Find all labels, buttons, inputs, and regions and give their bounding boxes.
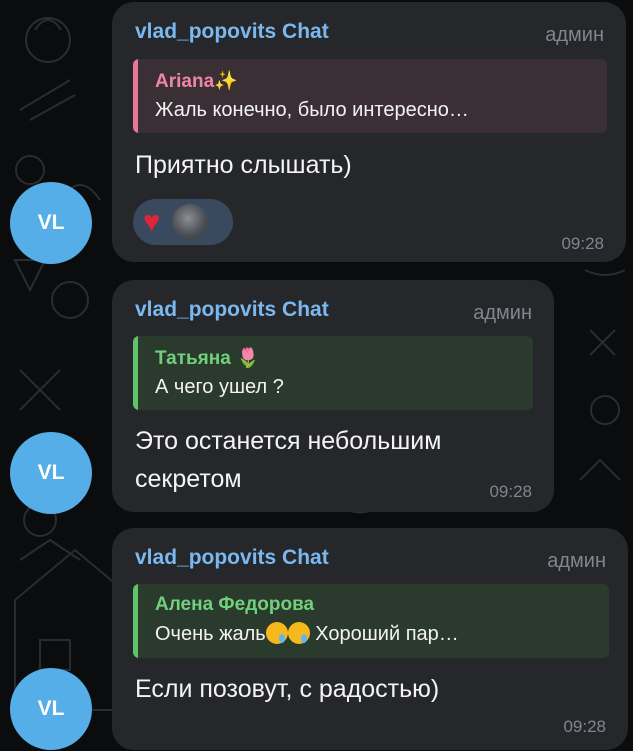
reply-preview[interactable]: Татьяна 🌷 А чего ушел ? — [133, 336, 533, 410]
reactions-chip[interactable]: ♥ — [133, 199, 233, 245]
sender-name[interactable]: vlad_popovits Chat — [135, 20, 329, 44]
reply-text-end: Хороший пар… — [309, 623, 459, 645]
reply-author: Алена Федорова — [155, 594, 315, 615]
sender-name[interactable]: vlad_popovits Chat — [135, 298, 329, 322]
avatar[interactable]: VL — [10, 182, 92, 264]
reply-preview[interactable]: Алена Федорова Очень жаль Хороший пар… — [133, 584, 609, 658]
crying-face-icon — [287, 622, 310, 644]
reply-text: Очень жаль Хороший пар… — [155, 622, 609, 646]
avatar[interactable]: VL — [10, 432, 92, 514]
message-text-line: секретом — [135, 465, 242, 493]
reactor-avatar — [172, 204, 209, 240]
reply-text: А чего ушел ? — [155, 376, 284, 398]
message-time: 09:28 — [563, 717, 606, 736]
message-text: Если позовут, с радостью) — [135, 675, 440, 703]
reply-author: Татьяна 🌷 — [155, 348, 260, 369]
message-bubble[interactable]: vlad_popovits Chat админ Татьяна 🌷 А чег… — [112, 280, 554, 512]
avatar[interactable]: VL — [10, 668, 92, 750]
message-text-line: Это останется небольшим — [135, 427, 442, 455]
reply-author: Ariana✨ — [155, 71, 238, 92]
admin-badge: админ — [545, 24, 604, 46]
admin-badge: админ — [473, 302, 532, 324]
admin-badge: админ — [547, 550, 606, 572]
heart-icon: ♥ — [143, 205, 161, 238]
message-text: Приятно слышать) — [135, 151, 352, 179]
reply-accent-bar — [133, 336, 138, 410]
message-time: 09:28 — [561, 234, 604, 253]
reply-text: Жаль конечно, было интересно… — [155, 99, 469, 121]
message-bubble[interactable]: vlad_popovits Chat админ Алена Федорова … — [112, 528, 628, 750]
reply-preview[interactable]: Ariana✨ Жаль конечно, было интересно… — [133, 59, 607, 133]
message-bubble[interactable]: vlad_popovits Chat админ Ariana✨ Жаль ко… — [112, 2, 626, 262]
sender-name[interactable]: vlad_popovits Chat — [135, 546, 329, 570]
message-time: 09:28 — [489, 482, 532, 501]
reply-accent-bar — [133, 59, 138, 133]
sad-face-icon — [265, 622, 288, 644]
reply-text-start: Очень жаль — [155, 623, 266, 645]
reply-accent-bar — [133, 584, 138, 658]
